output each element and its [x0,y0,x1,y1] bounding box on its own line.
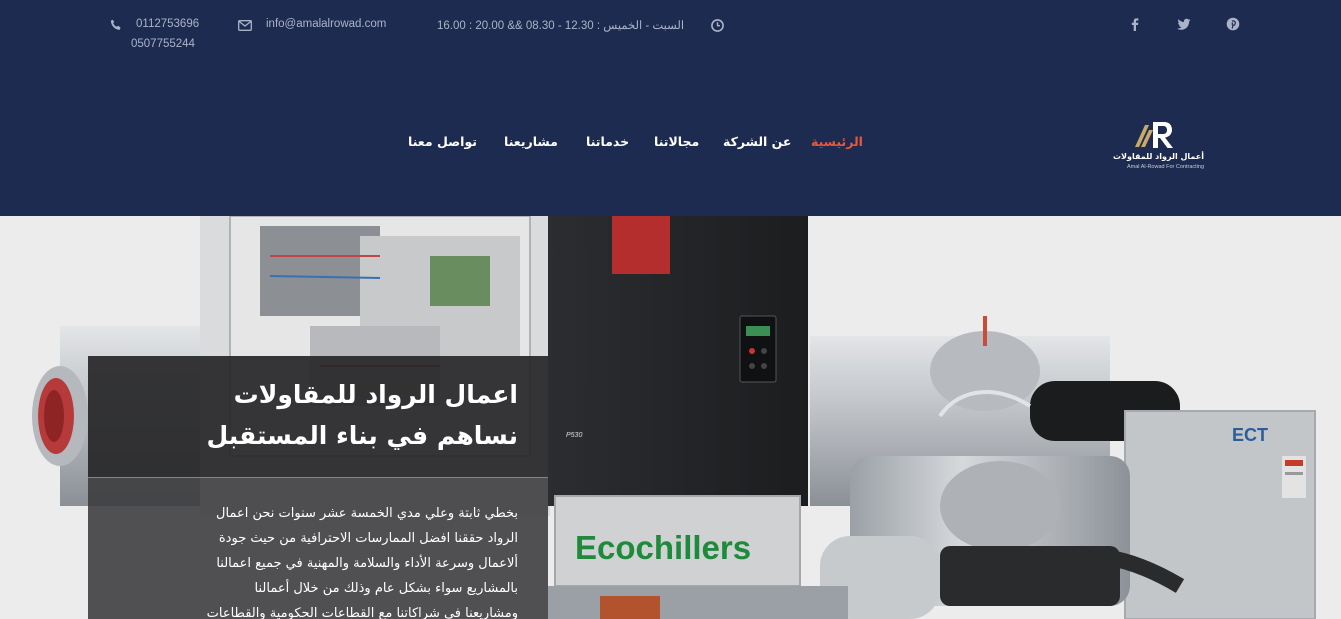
twitter-icon[interactable] [1177,17,1191,31]
logo-name-english: Amal Al-Rowad For Contracting [1126,164,1204,170]
hero-description-line: ومشاريعنا في شراكاتنا مع القطاعات الحكوم… [206,606,518,619]
nav-services[interactable]: خدماتنا [586,134,629,149]
panel-model-label: P530 [566,432,582,439]
nav-contact[interactable]: تواصل معنا [408,134,477,149]
site-header: 0112753696 0507755244 info@amalalrowad.c… [0,0,1341,216]
ect-badge: ECT [1232,425,1268,445]
pinterest-icon[interactable] [1226,17,1240,31]
hero-title-line-2: نساهم في بناء المستقبل [206,421,518,450]
facebook-icon[interactable] [1128,17,1142,31]
phone-number-secondary[interactable]: 0507755244 [131,38,195,50]
hero-description-line: ألاعمال وسرعة الأداء والسلامة والمهنية ف… [216,556,518,571]
envelope-icon [238,20,252,31]
hero-description-line: الرواد حققنا افضل الممارسات الاحترافية م… [218,531,518,546]
hero-description-line: بالمشاريع سواء بشكل عام وذلك من خلال أعم… [254,581,518,596]
working-hours: 16.00 : 20.00 && 08.30 - 12.30 : السبت -… [437,20,685,32]
hero-title-line-1: اعمال الرواد للمقاولات [233,380,518,409]
hero-description-card: بخطي ثابتة وعلي مدي الخمسة عشر سنوات نحن… [88,478,548,619]
nav-about[interactable]: عن الشركة [723,134,791,149]
email-link[interactable]: info@amalalrowad.com [266,18,386,30]
hero-description-line: بخطي ثابتة وعلي مدي الخمسة عشر سنوات نحن… [216,506,518,521]
nav-home[interactable]: الرئيسية [811,134,863,149]
ecochillers-label: Ecochillers [575,529,751,566]
logo-name-arabic: أعمال الرواد للمقاولات [1113,152,1204,161]
phone-icon [110,19,121,30]
phone-number-primary[interactable]: 0112753696 [136,18,199,30]
nav-projects[interactable]: مشاريعنا [504,134,558,149]
clock-icon [711,19,724,32]
nav-fields[interactable]: مجالاتنا [654,134,699,149]
hero-title-card: اعمال الرواد للمقاولات نساهم في بناء الم… [88,356,548,478]
